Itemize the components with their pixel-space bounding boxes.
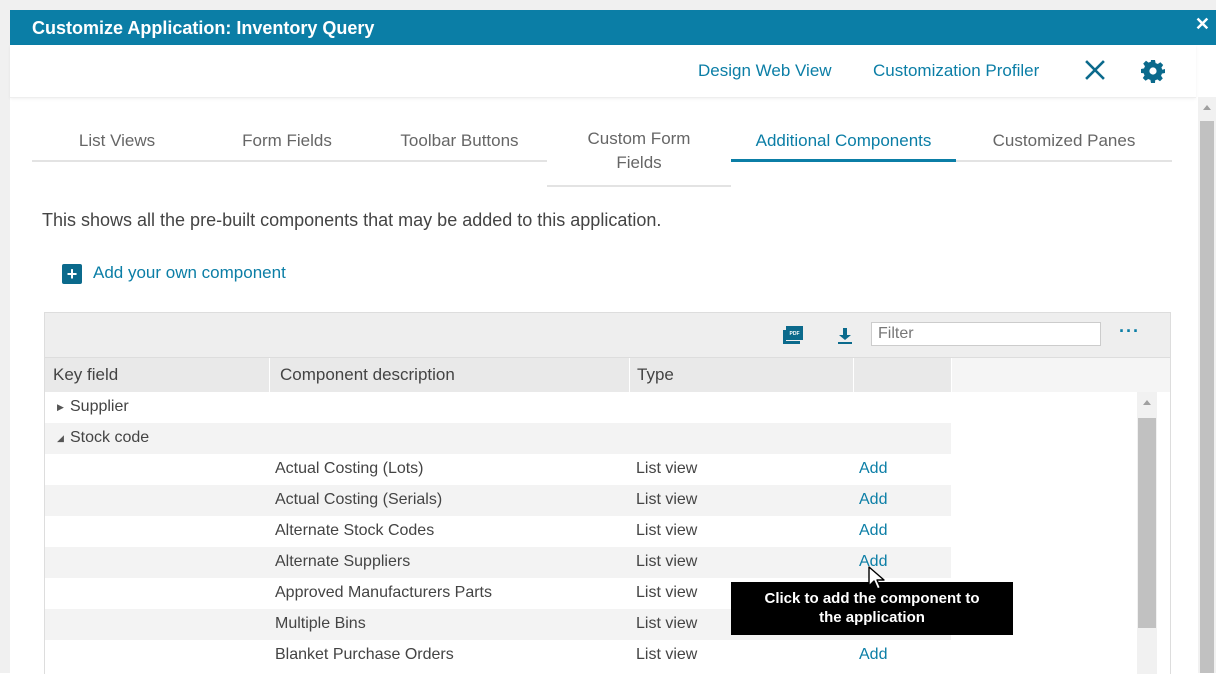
component-description: Actual Costing (Lots) bbox=[275, 460, 424, 477]
add-link[interactable]: Add bbox=[859, 460, 887, 478]
design-web-view-link[interactable]: Design Web View bbox=[698, 61, 832, 81]
scroll-thumb[interactable] bbox=[1200, 121, 1214, 673]
tooltip-line-2: the application bbox=[819, 609, 925, 626]
scroll-up-arrow-icon[interactable] bbox=[1143, 400, 1151, 405]
window-top-strip bbox=[0, 0, 1216, 10]
panel-scrollbar[interactable] bbox=[1198, 97, 1216, 673]
component-type: List view bbox=[636, 491, 698, 508]
more-options-icon[interactable]: ··· bbox=[1119, 321, 1140, 342]
dialog-titlebar: Customize Application: Inventory Query ✕ bbox=[10, 10, 1216, 45]
group-row-stock-code[interactable]: ◢ Stock code bbox=[45, 423, 951, 454]
window-left-strip bbox=[0, 0, 10, 673]
group-label: Supplier bbox=[70, 398, 129, 415]
component-description: Alternate Stock Codes bbox=[275, 522, 435, 539]
column-header-action bbox=[854, 358, 952, 392]
component-type: List view bbox=[636, 553, 698, 570]
scroll-up-arrow-icon[interactable] bbox=[1203, 105, 1211, 110]
component-description: Actual Costing (Serials) bbox=[275, 491, 443, 508]
group-label: Stock code bbox=[70, 429, 150, 446]
grid-scrollbar[interactable] bbox=[1137, 392, 1157, 674]
component-type: List view bbox=[636, 646, 698, 663]
tab-custom-form-fields-label: Custom Form Fields bbox=[587, 129, 691, 172]
add-link[interactable]: Add bbox=[859, 522, 887, 540]
filter-input[interactable] bbox=[871, 322, 1101, 346]
component-description: Multiple Bins bbox=[275, 615, 366, 632]
dialog-close-icon[interactable]: ✕ bbox=[1195, 14, 1210, 35]
tab-form-fields[interactable]: Form Fields bbox=[202, 115, 372, 162]
download-icon[interactable] bbox=[837, 327, 853, 345]
customization-profiler-link[interactable]: Customization Profiler bbox=[873, 61, 1039, 81]
close-icon[interactable] bbox=[1084, 59, 1106, 81]
table-row: Actual Costing (Lots) List view Add bbox=[45, 454, 951, 485]
top-links-bar: Design Web View Customization Profiler bbox=[10, 45, 1196, 98]
tab-additional-components[interactable]: Additional Components bbox=[731, 115, 956, 162]
component-type: List view bbox=[636, 615, 698, 632]
table-row: Alternate Stock Codes List view Add bbox=[45, 516, 951, 547]
table-row: Blanket Purchase Orders List view Add bbox=[45, 640, 951, 671]
mouse-pointer-icon bbox=[868, 566, 885, 590]
tab-bar: List Views Form Fields Toolbar Buttons C… bbox=[32, 115, 1172, 187]
tab-list-views[interactable]: List Views bbox=[32, 115, 202, 162]
component-description: Approved Manufacturers Parts bbox=[275, 584, 492, 601]
table-row: Alternate Suppliers List view Add bbox=[45, 547, 951, 578]
component-type: List view bbox=[636, 584, 698, 601]
dialog-title: Customize Application: Inventory Query bbox=[32, 18, 375, 38]
column-header-type[interactable]: Type bbox=[630, 358, 854, 392]
add-own-component-label: Add your own component bbox=[93, 263, 286, 282]
collapse-triangle-icon[interactable]: ◢ bbox=[57, 433, 64, 444]
group-row-supplier[interactable]: ▶ Supplier bbox=[45, 392, 951, 423]
component-description: Blanket Purchase Orders bbox=[275, 646, 454, 663]
tab-toolbar-buttons[interactable]: Toolbar Buttons bbox=[372, 115, 547, 162]
gear-icon[interactable] bbox=[1141, 59, 1165, 83]
svg-text:PDF: PDF bbox=[790, 331, 800, 337]
add-link[interactable]: Add bbox=[859, 491, 887, 509]
component-type: List view bbox=[636, 460, 698, 477]
customize-panel: Design Web View Customization Profiler L… bbox=[10, 45, 1216, 674]
add-link[interactable]: Add bbox=[859, 646, 887, 664]
grid-toolbar: PDF ··· bbox=[45, 313, 1170, 358]
description-text: This shows all the pre-built components … bbox=[42, 210, 662, 230]
tab-custom-form-fields[interactable]: Custom Form Fields bbox=[547, 115, 731, 187]
column-header-key-field[interactable]: Key field bbox=[45, 358, 270, 392]
component-description: Alternate Suppliers bbox=[275, 553, 411, 570]
tab-customized-panes[interactable]: Customized Panes bbox=[956, 115, 1172, 162]
scroll-thumb[interactable] bbox=[1138, 418, 1156, 628]
table-row: Actual Costing (Serials) List view Add bbox=[45, 485, 951, 516]
plus-icon: + bbox=[62, 264, 82, 284]
expand-triangle-icon[interactable]: ▶ bbox=[57, 402, 64, 413]
component-type: List view bbox=[636, 522, 698, 539]
grid-header: Key field Component description Type bbox=[45, 358, 1170, 392]
column-header-component-description[interactable]: Component description bbox=[270, 358, 630, 392]
pdf-export-icon[interactable]: PDF bbox=[783, 326, 803, 344]
